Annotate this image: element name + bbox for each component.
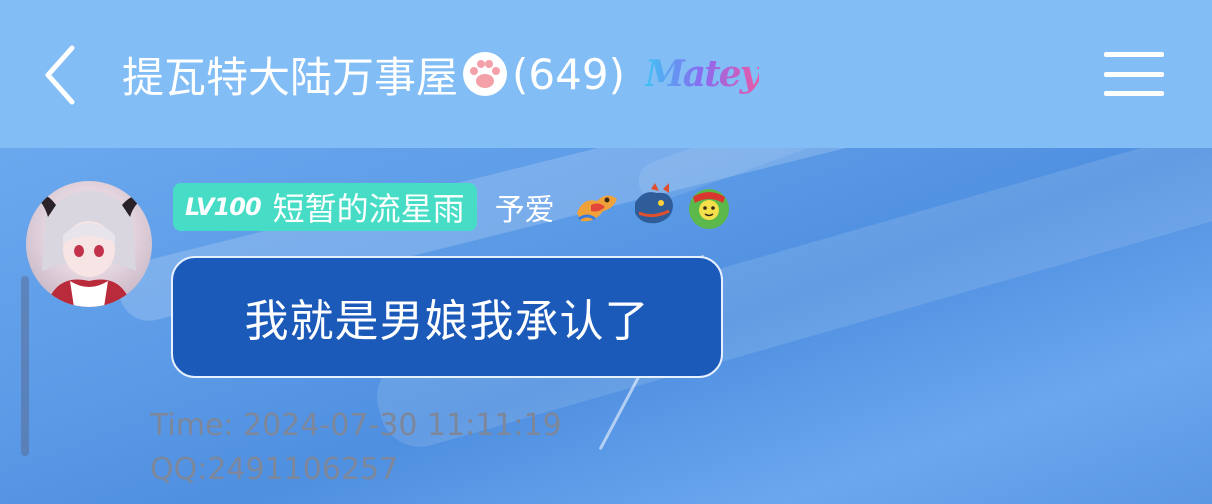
message-text: 我就是男娘我承认了 bbox=[244, 296, 650, 347]
dragon-head-icon[interactable] bbox=[629, 183, 677, 231]
chat-header: 提瓦特大陆万事屋 (649) Matey bbox=[0, 0, 1212, 148]
scrollbar[interactable] bbox=[21, 276, 29, 456]
avatar[interactable] bbox=[26, 181, 152, 307]
member-count: (649) bbox=[512, 49, 625, 99]
menu-button[interactable] bbox=[1104, 46, 1164, 102]
group-name: 提瓦特大陆万事屋 bbox=[122, 52, 459, 102]
level-text: LV100 bbox=[185, 193, 262, 221]
hamburger-menu-icon bbox=[1104, 52, 1164, 57]
paw-icon bbox=[463, 52, 508, 96]
sender-nickname: 短暂的流星雨 bbox=[272, 190, 465, 228]
matey-logo: Matey bbox=[644, 53, 761, 95]
back-button[interactable] bbox=[30, 40, 90, 110]
green-frog-icon[interactable] bbox=[685, 183, 733, 231]
sender-qq: QQ:2491106257 bbox=[150, 452, 399, 487]
message-bubble[interactable]: 我就是男娘我承认了 bbox=[171, 256, 723, 378]
message-time: Time: 2024-07-30 11:11:19 bbox=[150, 408, 562, 443]
dragon-badge-icon[interactable] bbox=[573, 183, 621, 231]
group-title: 提瓦特大陆万事屋 (649) Matey bbox=[122, 44, 761, 104]
sender-info: LV100 短暂的流星雨 予爱 bbox=[173, 182, 733, 232]
level-badge[interactable]: LV100 短暂的流星雨 bbox=[173, 183, 477, 231]
sender-title: 予爱 bbox=[494, 193, 555, 228]
avatar-image bbox=[34, 191, 146, 307]
chevron-left-icon bbox=[45, 45, 75, 105]
